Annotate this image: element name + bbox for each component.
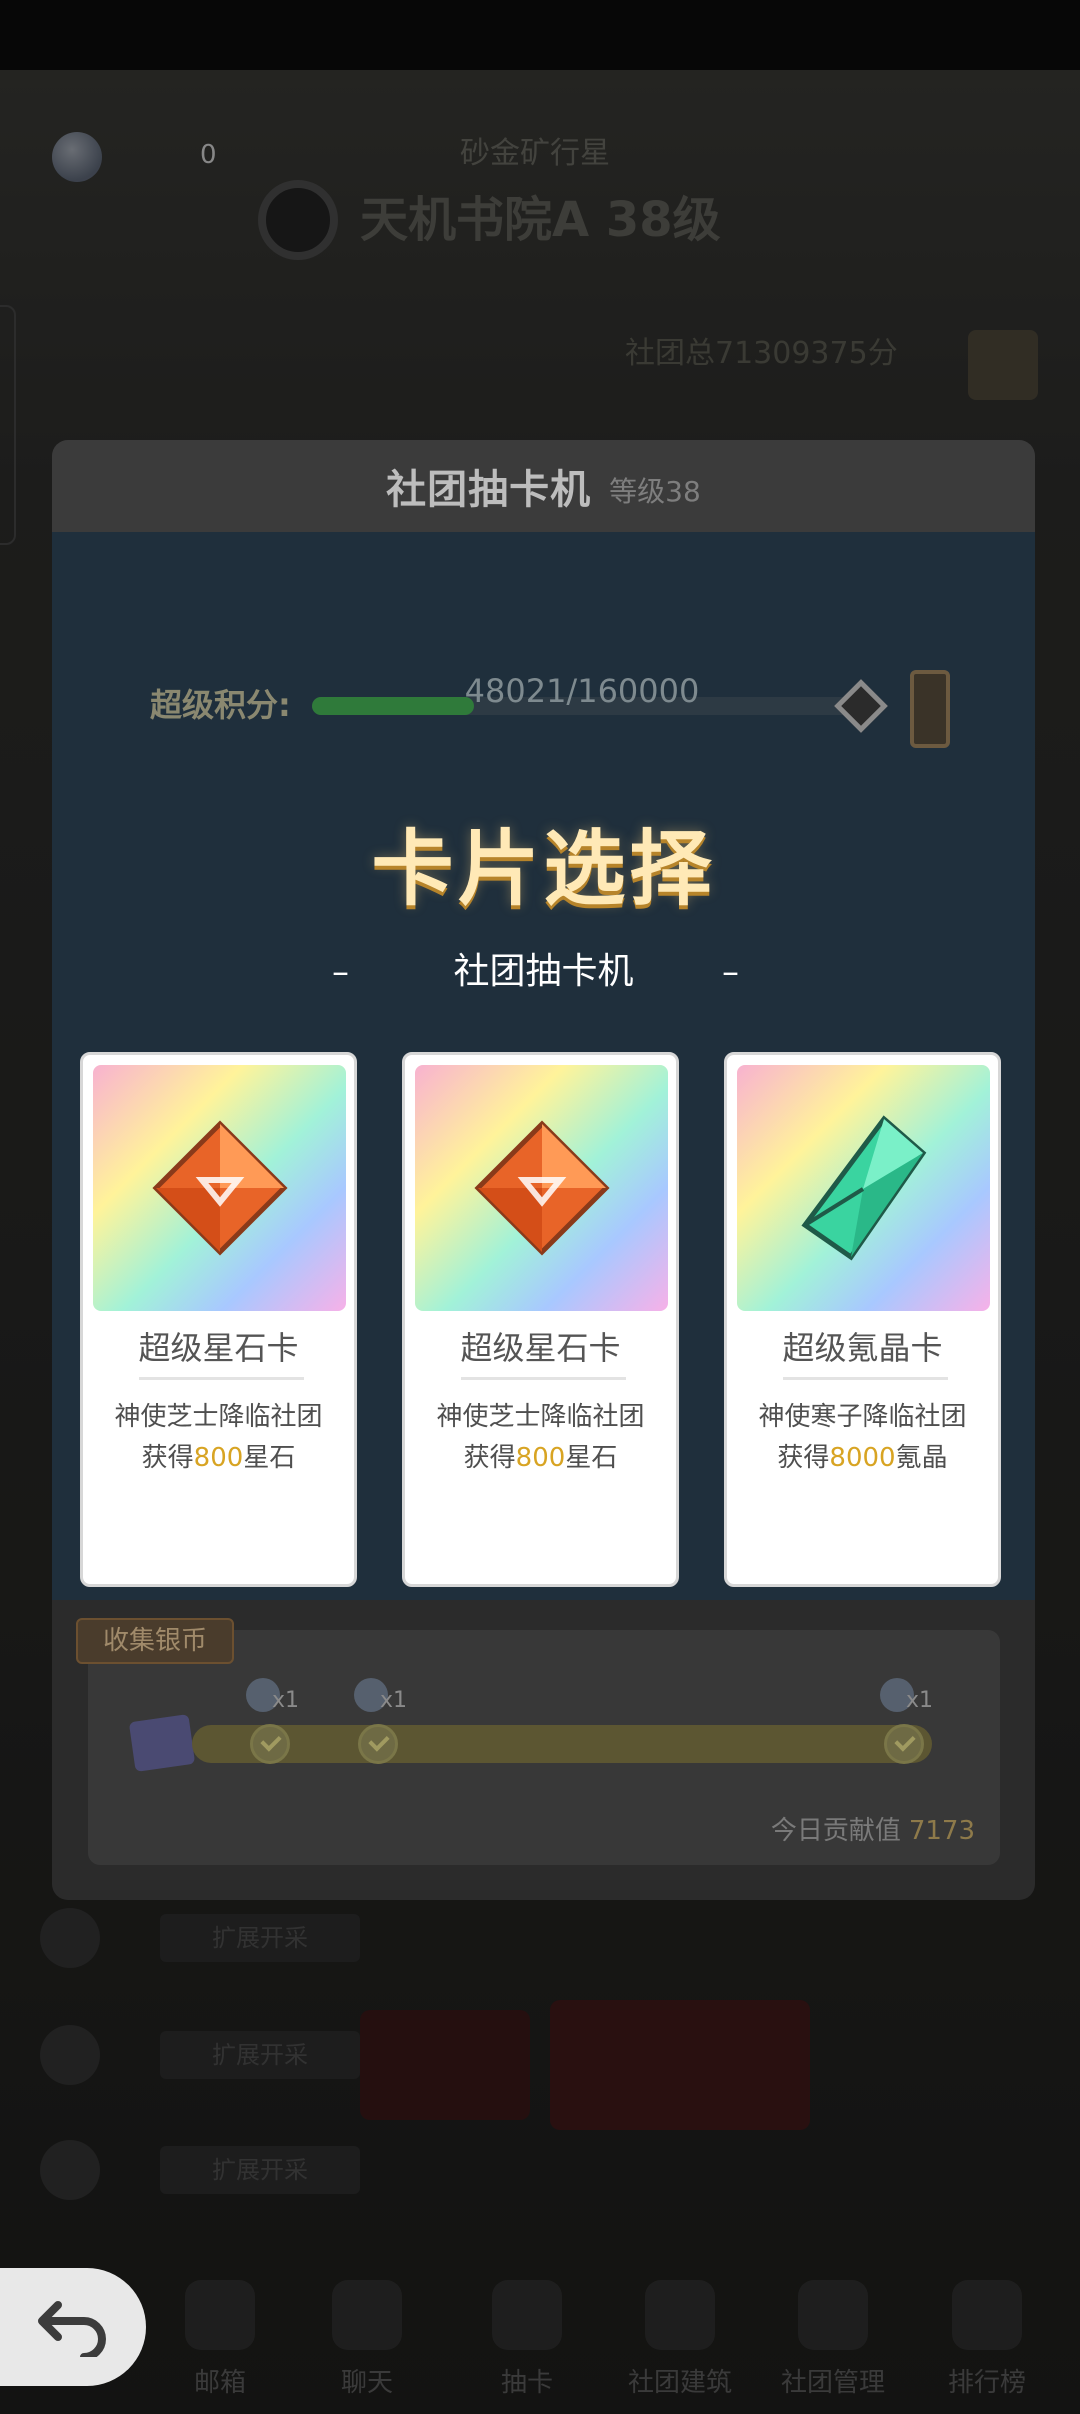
collect-silver-tag: 收集银币	[76, 1618, 234, 1664]
collect-node[interactable]	[358, 1724, 398, 1764]
card-name: 超级氪晶卡	[782, 1329, 943, 1367]
reward-amount: 800	[193, 1443, 244, 1473]
progress-text: 48021/160000	[464, 672, 700, 710]
card-reward: 获得8000氪晶	[727, 1437, 998, 1474]
reward-count: x1	[272, 1688, 300, 1713]
collect-reward: x1	[880, 1678, 933, 1718]
modal-title: 社团抽卡机	[386, 467, 592, 513]
modal-body: 超级积分: 48021/160000 卡片选择 – 社团抽卡机 – 超级星石卡	[52, 532, 1035, 1600]
card-name: 超级星石卡	[138, 1329, 299, 1367]
card-description: 神使寒子降临社团	[758, 1402, 967, 1432]
modal-header: 社团抽卡机 等级38	[52, 440, 1035, 532]
card-art	[93, 1065, 346, 1311]
collect-node[interactable]	[250, 1724, 290, 1764]
reward-amount: 800	[515, 1443, 566, 1473]
card-name: 超级星石卡	[460, 1329, 621, 1367]
collect-reward: x1	[246, 1678, 299, 1718]
card-description: 神使芝士降临社团	[436, 1402, 645, 1432]
ticket-icon	[128, 1714, 196, 1772]
modal-level: 等级38	[609, 475, 701, 508]
sub-dash-right: –	[722, 952, 739, 992]
card-reward: 获得800星石	[405, 1437, 676, 1474]
sub-title-row: – 社团抽卡机 –	[52, 942, 1035, 992]
reward-prefix: 获得	[777, 1443, 830, 1473]
card-reward: 获得800星石	[83, 1437, 354, 1474]
card-select-title: 卡片选择	[371, 822, 716, 917]
card-divider	[783, 1377, 948, 1380]
star-stone-icon	[151, 1120, 288, 1256]
sub-title: 社团抽卡机	[453, 951, 634, 992]
card-option-1[interactable]: 超级星石卡 神使芝士降临社团 获得800星石	[80, 1052, 357, 1587]
collect-node[interactable]	[884, 1724, 924, 1764]
card-description: 神使芝士降临社团	[114, 1402, 323, 1432]
reward-count: x1	[380, 1688, 408, 1713]
reward-prefix: 获得	[463, 1443, 516, 1473]
back-arrow-icon	[38, 2301, 106, 2357]
reward-unit: 氪晶	[895, 1443, 948, 1473]
reward-count: x1	[906, 1688, 934, 1713]
collect-reward: x1	[354, 1678, 407, 1718]
reward-amount: 8000	[829, 1443, 896, 1473]
contribution-label: 今日贡献值	[770, 1816, 901, 1846]
krypton-crystal-icon	[800, 1115, 926, 1261]
card-divider	[139, 1377, 304, 1380]
super-points-label: 超级积分:	[150, 686, 291, 724]
star-stone-icon	[473, 1120, 610, 1256]
back-button[interactable]	[0, 2268, 146, 2386]
card-divider	[461, 1377, 626, 1380]
card-art	[737, 1065, 990, 1311]
contribution-value: 7173	[908, 1816, 975, 1846]
reward-unit: 星石	[565, 1443, 618, 1473]
reward-unit: 星石	[243, 1443, 296, 1473]
card-option-2[interactable]: 超级星石卡 神使芝士降临社团 获得800星石	[402, 1052, 679, 1587]
gacha-modal: 社团抽卡机 等级38 超级积分: 48021/160000 卡片选择 – 社团抽…	[52, 440, 1035, 1900]
card-option-3[interactable]: 超级氪晶卡 神使寒子降临社团 获得8000氪晶	[724, 1052, 1001, 1587]
today-contribution: 今日贡献值 7173	[771, 1810, 975, 1847]
collect-progress-bar	[192, 1725, 932, 1763]
reward-prefix: 获得	[141, 1443, 194, 1473]
gacha-machine-icon[interactable]	[910, 670, 950, 748]
card-art	[415, 1065, 668, 1311]
